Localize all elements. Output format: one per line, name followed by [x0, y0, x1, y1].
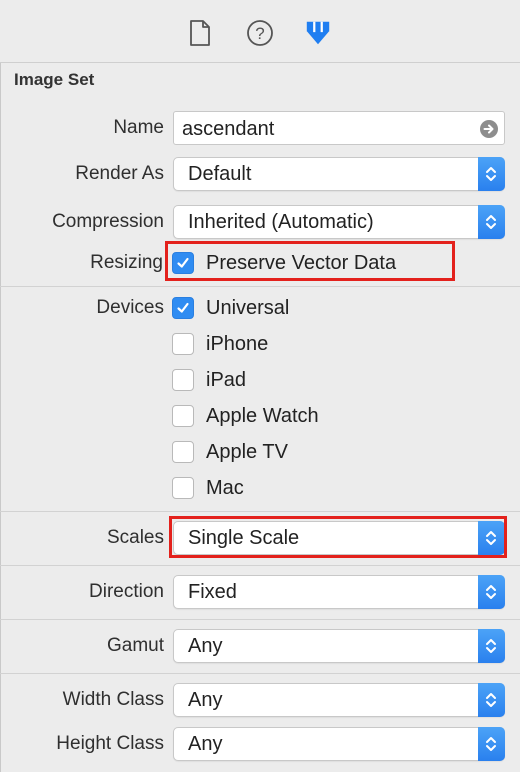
device-iphone-checkbox[interactable]: iPhone [172, 331, 268, 357]
compression-value: Inherited (Automatic) [188, 211, 374, 233]
separator [0, 565, 520, 566]
popup-arrows-icon [478, 157, 505, 191]
device-label: Apple TV [206, 440, 288, 463]
separator [0, 286, 520, 287]
checkbox-box[interactable] [172, 369, 194, 391]
checkbox-box[interactable] [172, 333, 194, 355]
checkmark-icon[interactable] [172, 297, 194, 319]
render-as-value: Default [188, 163, 252, 185]
device-label: iPad [206, 368, 247, 391]
attributes-inspector-icon[interactable] [304, 18, 332, 48]
device-label: iPhone [206, 332, 269, 355]
name-label: Name [113, 117, 164, 138]
popup-arrows-icon [478, 683, 505, 717]
render-as-popup[interactable]: Default [173, 157, 505, 191]
name-field[interactable] [173, 111, 505, 145]
device-label: Mac [206, 476, 244, 499]
resizing-label: Resizing [90, 252, 163, 273]
gamut-label: Gamut [106, 635, 164, 656]
width-class-value: Any [188, 689, 223, 711]
quick-help-icon[interactable]: ? [246, 18, 274, 48]
width-class-label: Width Class [62, 689, 164, 710]
arrow-right-icon[interactable] [480, 120, 498, 138]
device-label: Apple Watch [206, 404, 319, 427]
svg-text:?: ? [255, 24, 264, 43]
panel-left-border [0, 0, 1, 772]
section-title: Image Set [14, 70, 95, 89]
render-as-label: Render As [75, 163, 164, 184]
separator [0, 673, 520, 674]
popup-arrows-icon [478, 575, 505, 609]
device-label: Universal [206, 296, 290, 319]
inspector-toolbar: ? [0, 0, 520, 63]
checkbox-box[interactable] [172, 441, 194, 463]
popup-arrows-icon [478, 205, 505, 239]
file-inspector-icon[interactable] [186, 18, 214, 48]
direction-popup[interactable]: Fixed [173, 575, 505, 609]
direction-label: Direction [89, 581, 164, 602]
checkbox-box[interactable] [172, 477, 194, 499]
height-class-value: Any [188, 733, 223, 755]
direction-value: Fixed [188, 581, 237, 603]
device-apple-watch-checkbox[interactable]: Apple Watch [172, 403, 319, 429]
device-ipad-checkbox[interactable]: iPad [172, 367, 246, 393]
separator [0, 619, 520, 620]
height-class-label: Height Class [56, 733, 164, 754]
separator [0, 511, 520, 512]
height-class-popup[interactable]: Any [173, 727, 505, 761]
name-input[interactable] [182, 116, 472, 142]
compression-label: Compression [52, 211, 164, 232]
device-universal-checkbox[interactable]: Universal [172, 295, 289, 321]
device-apple-tv-checkbox[interactable]: Apple TV [172, 439, 288, 465]
compression-popup[interactable]: Inherited (Automatic) [173, 205, 505, 239]
highlight-box-resizing [165, 241, 455, 281]
gamut-value: Any [188, 635, 223, 657]
highlight-box-scales [169, 516, 507, 558]
devices-label: Devices [96, 297, 164, 318]
scales-label: Scales [106, 527, 164, 548]
checkbox-box[interactable] [172, 405, 194, 427]
popup-arrows-icon [478, 727, 505, 761]
gamut-popup[interactable]: Any [173, 629, 505, 663]
width-class-popup[interactable]: Any [173, 683, 505, 717]
device-mac-checkbox[interactable]: Mac [172, 475, 244, 501]
popup-arrows-icon [478, 629, 505, 663]
